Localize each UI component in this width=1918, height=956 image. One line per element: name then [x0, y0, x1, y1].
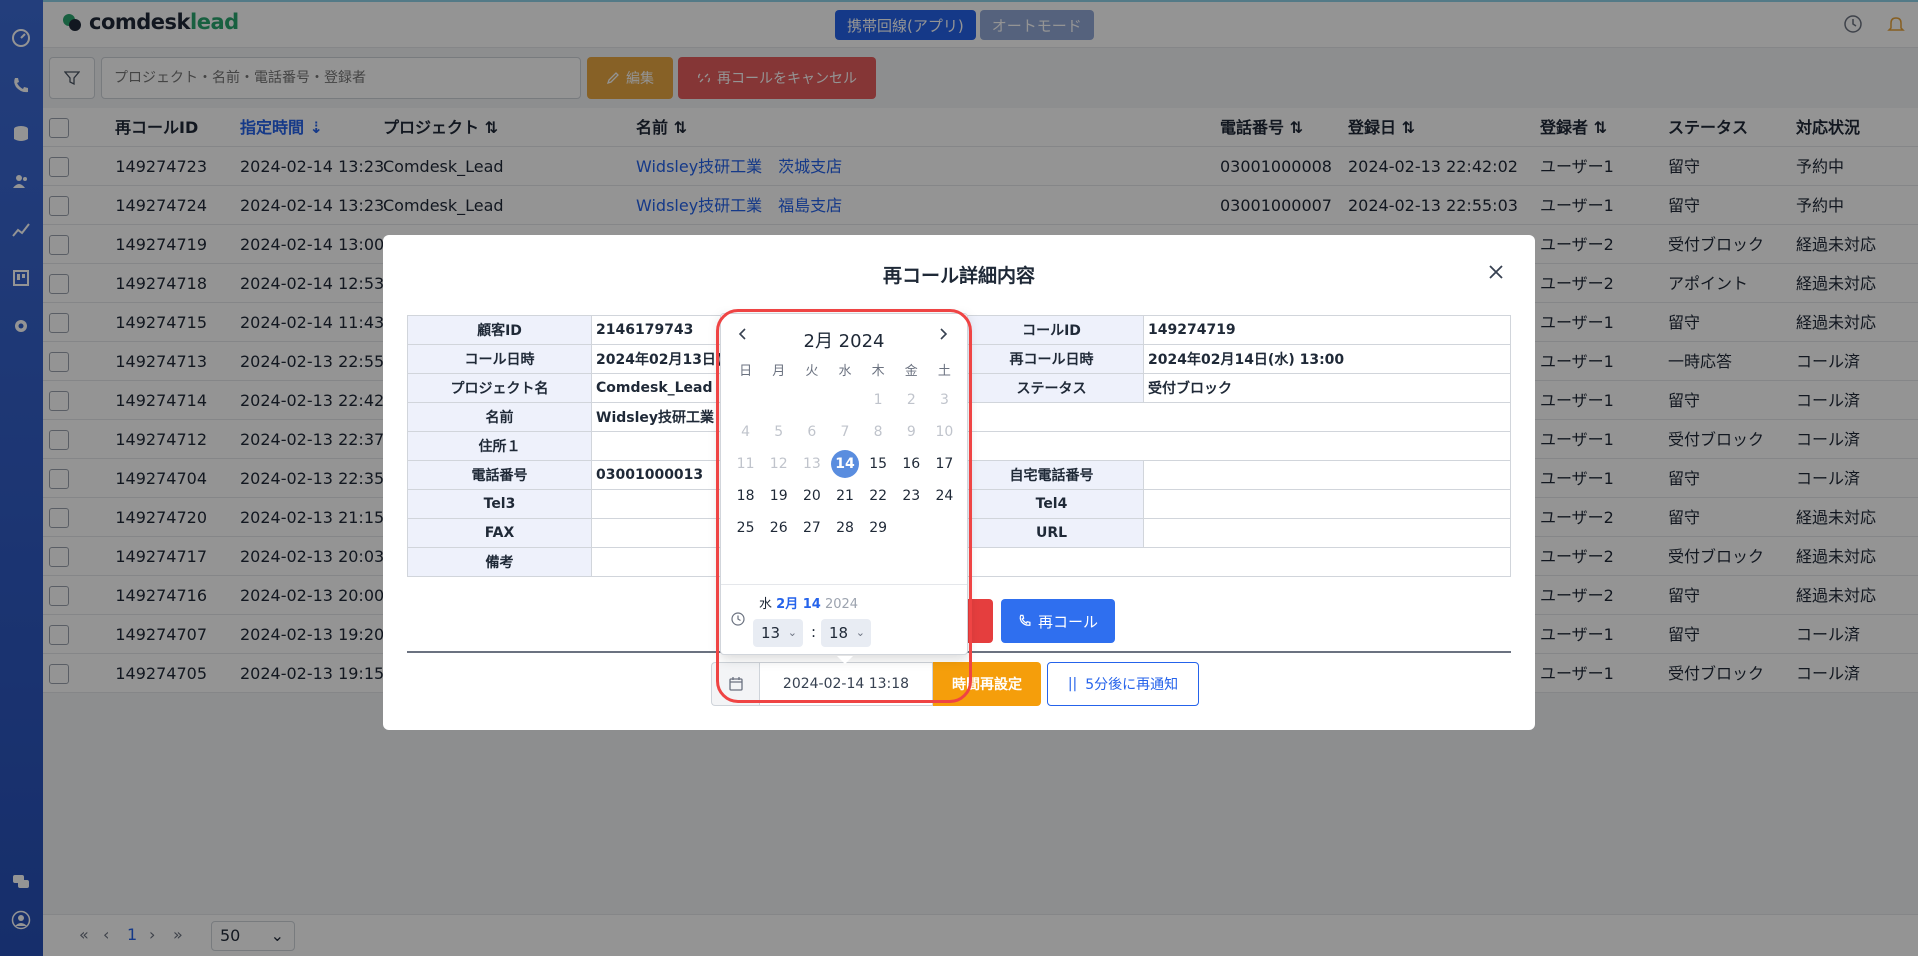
calendar-empty-slot	[729, 384, 762, 416]
calendar-day: 13	[802, 456, 821, 472]
fax-label: FAX	[407, 518, 592, 548]
calendar-day[interactable]: 25	[729, 512, 762, 544]
status-label: ステータス	[959, 373, 1144, 403]
weekday-label: 金	[904, 364, 918, 379]
date-picker-popup: 2月 2024 日月火水木金土 1 2 3 4 5 6 7 8 9 10 11 12 13 14 15 16 1…	[720, 313, 968, 664]
calendar-week: 1 2 3	[729, 384, 961, 416]
calendar-empty-slot	[828, 384, 861, 416]
month-year-title[interactable]: 2月 2024	[721, 327, 967, 353]
snooze-label: 5分後に再通知	[1085, 677, 1179, 693]
url-value	[1143, 518, 1511, 548]
calendar-day[interactable]: 19	[762, 480, 795, 512]
close-icon[interactable]	[1487, 263, 1505, 281]
calendar-day: 5	[774, 424, 784, 440]
time-picker: 水 2月 14 2024 13 ⌄ : 18 ⌄	[721, 584, 967, 656]
calendar-day: 3	[939, 392, 949, 408]
calendar-day: 12	[769, 456, 788, 472]
calendar-week: 18 19 20 21 22 23 24	[729, 480, 961, 512]
recall-button-label: 再コール	[1037, 612, 1098, 631]
calendar-empty-slot	[928, 512, 961, 544]
selected-year: 2024	[824, 597, 859, 612]
calendar-empty-slot	[895, 512, 928, 544]
calendar-day: 4	[741, 424, 751, 440]
minute-select[interactable]: 18 ⌄	[821, 619, 871, 647]
address-label: 住所１	[407, 431, 592, 461]
chevron-down-icon: ⌄	[787, 626, 797, 639]
selected-month-day: 2月 14	[776, 597, 821, 612]
calendar-day: 6	[807, 424, 817, 440]
phone-label: 電話番号	[407, 460, 592, 490]
calendar-day[interactable]: 29	[862, 512, 895, 544]
calendar-day[interactable]: 26	[762, 512, 795, 544]
modal-title: 再コール詳細内容	[882, 265, 1035, 287]
weekday-label: 土	[937, 364, 951, 379]
weekday-label: 水	[838, 364, 852, 379]
calendar-day: 8	[873, 424, 883, 440]
weekday-label: 火	[805, 364, 819, 379]
calendar-day[interactable]: 22	[862, 480, 895, 512]
weekday-label: 月	[772, 364, 786, 379]
calendar-day: 1	[873, 392, 883, 408]
name-label: 名前	[407, 402, 592, 432]
call-id-value: 149274719	[1143, 315, 1511, 345]
selected-date-summary: 水 2月 14 2024	[759, 593, 858, 612]
calendar-day: 7	[840, 424, 850, 440]
calendar-day[interactable]: 14	[828, 448, 861, 480]
home-phone-label: 自宅電話番号	[959, 460, 1144, 490]
calendar-week: 4 5 6 7 8 9 10	[729, 416, 961, 448]
next-month-icon[interactable]	[935, 326, 955, 346]
calendar-day[interactable]: 18	[729, 480, 762, 512]
calendar-week: 25 26 27 28 29	[729, 512, 961, 544]
recall-time-label: 再コール日時	[959, 344, 1144, 374]
calendar-day[interactable]: 15	[862, 448, 895, 480]
url-label: URL	[959, 518, 1144, 548]
calendar-day: 10	[935, 424, 954, 440]
recall-datetime-group: 2024-02-14 13:18 時間再設定	[711, 662, 1041, 706]
calendar-day[interactable]: 16	[895, 448, 928, 480]
recall-datetime-input[interactable]: 2024-02-14 13:18	[759, 662, 933, 706]
customer-id-label: 顧客ID	[407, 315, 592, 345]
tel4-value	[1143, 489, 1511, 519]
project-label: プロジェクト名	[407, 373, 592, 403]
calendar-week: 11 12 13 14 15 16 17	[729, 448, 961, 480]
calendar-day[interactable]: 23	[895, 480, 928, 512]
popup-pointer	[837, 656, 853, 664]
tel3-label: Tel3	[407, 489, 592, 519]
recall-button[interactable]: 再コール	[1001, 599, 1115, 643]
snooze-5min-button[interactable]: || 5分後に再通知	[1047, 662, 1199, 706]
time-separator: :	[811, 623, 817, 641]
calendar-day[interactable]: 21	[828, 480, 861, 512]
hour-select[interactable]: 13 ⌄	[753, 619, 803, 647]
tel4-label: Tel4	[959, 489, 1144, 519]
calendar-day[interactable]: 17	[928, 448, 961, 480]
recall-time-value: 2024年02月14日(水) 13:00	[1143, 344, 1511, 374]
calendar-day: 2	[906, 392, 916, 408]
calendar-empty-slot	[795, 384, 828, 416]
day-grid: 1 2 3 4 5 6 7 8 9 10 11 12 13 14 15 16 17 18 19 20 21 22 23 24 2…	[729, 384, 961, 544]
call-id-label: コールID	[959, 315, 1144, 345]
calendar-day: 11	[736, 456, 755, 472]
calendar-day: 9	[906, 424, 916, 440]
weekday-label: 木	[871, 364, 885, 379]
clock-icon	[731, 611, 745, 630]
calendar-day[interactable]: 27	[795, 512, 828, 544]
reset-time-button[interactable]: 時間再設定	[933, 662, 1041, 706]
calendar-icon[interactable]	[711, 662, 759, 706]
status-value: 受付ブロック	[1143, 373, 1511, 403]
calendar-day[interactable]: 20	[795, 480, 828, 512]
call-time-label: コール日時	[407, 344, 592, 374]
calendar-day[interactable]: 24	[928, 480, 961, 512]
selected-weekday: 水	[759, 597, 773, 612]
pause-icon: ||	[1067, 676, 1078, 692]
weekday-header: 日月火水木金土	[729, 360, 961, 379]
phone-icon	[1019, 614, 1031, 626]
calendar-day[interactable]: 28	[828, 512, 861, 544]
memo-label: 備考	[407, 547, 592, 577]
home-phone-value	[1143, 460, 1511, 490]
chevron-down-icon: ⌄	[855, 626, 865, 639]
weekday-label: 日	[739, 364, 753, 379]
calendar-empty-slot	[762, 384, 795, 416]
